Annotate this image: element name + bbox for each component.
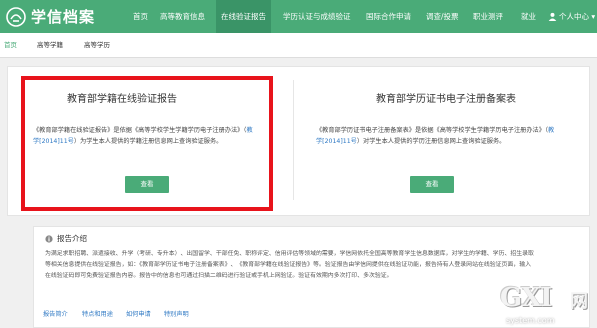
subnav-home[interactable]: 首页	[4, 33, 17, 58]
site-watermark: GXI 网 system.com	[500, 283, 595, 327]
user-icon	[548, 12, 557, 21]
link-how-to-apply[interactable]: 如何申请	[126, 309, 151, 318]
view-degree-record-button[interactable]: 查看	[410, 176, 454, 193]
subnav-higher-degree[interactable]: 高等学历	[84, 33, 110, 58]
nav-home[interactable]: 首页	[133, 0, 148, 33]
report-intro-heading: 报告介绍	[45, 233, 87, 244]
top-navbar: 学信档案 首页 高等教育信息 在线验证报告 学历认证与成绩验证 国际合作申请 调…	[0, 0, 597, 33]
chsi-logo-icon	[6, 6, 26, 27]
user-center-menu[interactable]: 个人中心 ▾	[548, 0, 595, 33]
watermark-brand: GXI	[500, 283, 553, 313]
sub-navbar: 首页 高等学籍 高等学历	[0, 33, 597, 58]
watermark-site: system.com	[506, 316, 555, 325]
user-center-label: 个人中心 ▾	[559, 12, 596, 21]
nav-higher-education-info[interactable]: 高等教育信息	[160, 0, 205, 33]
degree-record-description: 《教育部学历证书电子注册备案表》是依据《高等学校学生学籍学历电子注册办法》（教学…	[316, 125, 556, 147]
link-special-statement[interactable]: 特别声明	[164, 309, 189, 318]
nav-career-assessment[interactable]: 职业测评	[473, 0, 503, 33]
info-icon	[45, 234, 53, 243]
degree-record-desc-text: 《教育部学历证书电子注册备案表》是依据《高等学校学生学籍学历电子注册办法》（	[316, 127, 549, 134]
nav-international-cooperation[interactable]: 国际合作申请	[366, 0, 411, 33]
link-report-overview[interactable]: 报告简介	[43, 309, 68, 318]
report-intro-text: 为满足求职招聘、派遣接收、升学（考研、专升本）、出国留学、干部任免、职称评定、信…	[45, 251, 534, 279]
nav-survey-vote[interactable]: 调查/投票	[426, 0, 459, 33]
watermark-brand-cn: 网	[570, 291, 588, 312]
link-features-uses[interactable]: 特点和用途	[82, 309, 113, 318]
nav-employment[interactable]: 就业	[521, 0, 536, 33]
report-intro-title: 报告介绍	[57, 234, 87, 243]
logo[interactable]: 学信档案	[6, 6, 95, 27]
degree-record-title: 教育部学历证书电子注册备案表	[376, 94, 516, 105]
subnav-higher-enrollment[interactable]: 高等学籍	[37, 33, 63, 58]
nav-online-verification-report[interactable]: 在线验证报告	[216, 0, 271, 33]
degree-record-desc-text-end: ）对学生本人提供的学历注册信息网上查询验证服务。	[356, 138, 506, 145]
cards-divider	[293, 80, 294, 200]
highlight-box	[21, 76, 273, 211]
nav-degree-certification[interactable]: 学历认证与成绩验证	[283, 0, 351, 33]
logo-text: 学信档案	[31, 8, 96, 26]
